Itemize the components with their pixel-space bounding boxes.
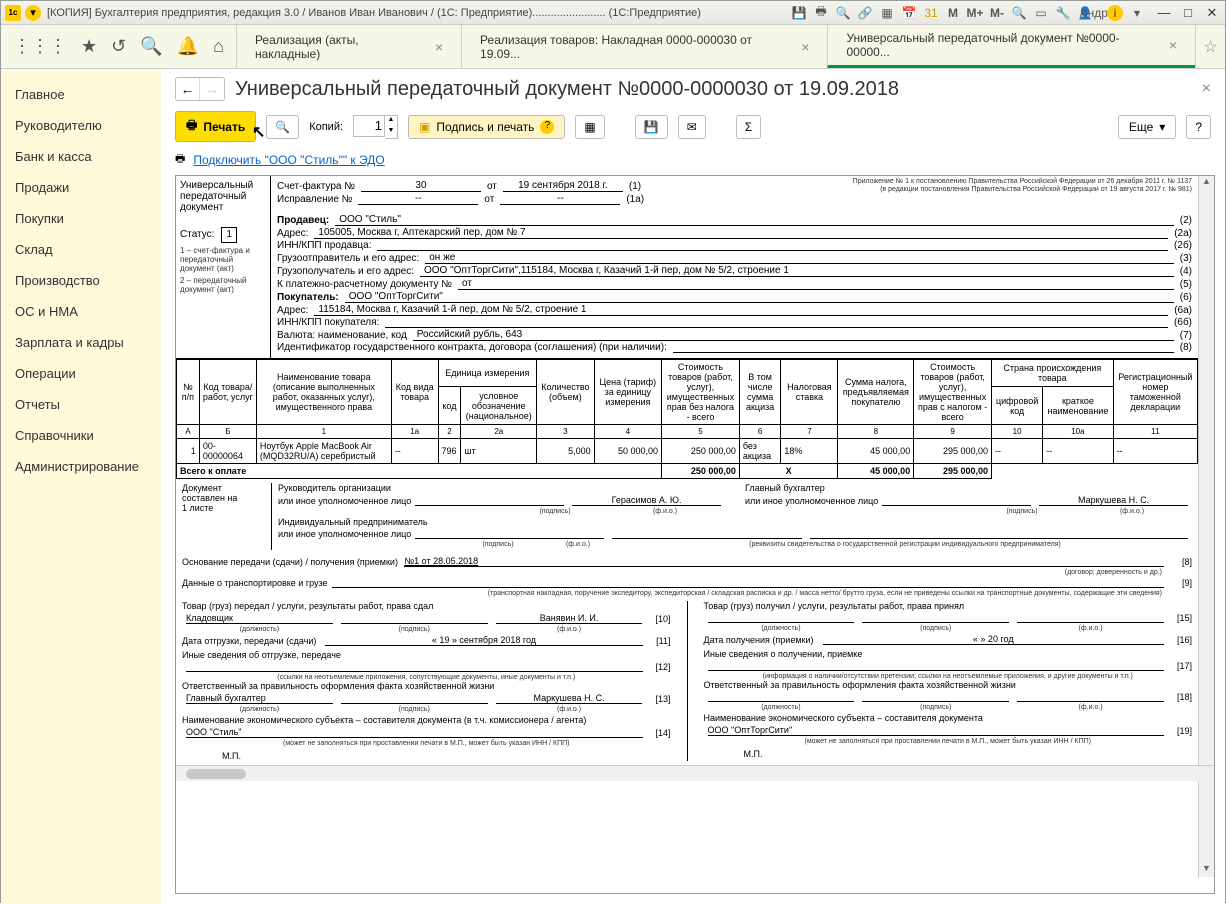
calc-icon[interactable]: ▦ [879,5,895,21]
doc-type-box: Универсальный передаточный документ Стат… [176,176,271,358]
page-title: Универсальный передаточный документ №000… [235,78,1192,101]
printer-icon: 🖶 [186,116,197,137]
more-button[interactable]: Еще ▾ [1118,115,1176,139]
sidebar-item-operations[interactable]: Операции [1,358,161,389]
app-icon: 1c [5,5,21,21]
horizontal-scrollbar[interactable] [176,765,1214,781]
history-icon[interactable]: ↺ [111,36,126,57]
preview-button[interactable]: 🔍 [266,115,299,139]
favorite-tab-icon[interactable]: ☆ [1195,25,1225,68]
sidebar-item-refs[interactable]: Справочники [1,420,161,451]
bell-icon[interactable]: 🔔 [177,36,199,57]
email-button[interactable]: ✉ [678,115,706,139]
star-icon[interactable]: ★ [81,36,97,57]
info-dropdown-icon[interactable]: ▾ [1129,5,1145,21]
titlebar: 1c ▾ [КОПИЯ] Бухгалтерия предприятия, ре… [1,1,1225,25]
copies-label: Копий: [309,121,343,133]
close-button[interactable]: ✕ [1203,5,1221,21]
sidebar-item-production[interactable]: Производство [1,265,161,296]
sidebar-item-sales[interactable]: Продажи [1,172,161,203]
sidebar-item-assets[interactable]: ОС и НМА [1,296,161,327]
close-icon[interactable]: × [801,39,809,55]
document-area[interactable]: ▲ ▼ Универсальный передаточный документ … [175,175,1215,894]
forward-button[interactable]: → [200,78,224,100]
page-close-button[interactable]: × [1202,80,1211,98]
nav-buttons: ← → [175,77,225,101]
back-button[interactable]: ← [176,78,200,100]
doc-footer: Документсоставлен на1 листе Руководитель… [176,479,1198,765]
window-title: [КОПИЯ] Бухгалтерия предприятия, редакци… [47,7,791,19]
sidebar-item-stock[interactable]: Склад [1,234,161,265]
table-button[interactable]: ▦ [575,115,604,139]
info-icon[interactable]: i [1107,5,1123,21]
sidebar-item-reports[interactable]: Отчеты [1,389,161,420]
quick-icons: ⋮⋮⋮ ★ ↺ 🔍 🔔 ⌂ [1,36,236,57]
help-button[interactable]: ? [1186,115,1211,139]
edo-icon: 🖶 [175,150,185,169]
toolbar: 🖶 Печать ↖ 🔍 Копий: ▲▼ ▣Подпись и печать… [161,103,1225,150]
table-row: 1 00-00000064 Ноутбук Apple MacBook Air … [177,439,1198,464]
sidebar-item-hr[interactable]: Зарплата и кадры [1,327,161,358]
titlebar-icons: 💾 🖶 🔍 🔗 ▦ 📅 31 M M+ M- 🔍 ▭ 🔧 👤 Андрей i … [791,5,1145,21]
spin-up[interactable]: ▲ [385,116,397,127]
save-icon[interactable]: 💾 [791,5,807,21]
print-icon[interactable]: 🖶 [813,5,829,21]
date-icon[interactable]: 31 [923,5,939,21]
sidebar-item-main[interactable]: Главное [1,79,161,110]
sidebar-item-purchases[interactable]: Покупки [1,203,161,234]
calendar-icon[interactable]: 📅 [901,5,917,21]
sign-button[interactable]: ▣Подпись и печать? [408,115,565,139]
preview-icon[interactable]: 🔍 [835,5,851,21]
preview-icon: 🔍 [275,120,290,134]
tab-sales-list[interactable]: Реализация (акты, накладные)× [236,25,461,68]
apps-icon[interactable]: ⋮⋮⋮ [13,36,67,57]
sidebar: Главное Руководителю Банк и касса Продаж… [1,69,161,904]
status-value: 1 [221,227,237,243]
close-icon[interactable]: × [1169,37,1177,53]
window-controls: — □ ✕ [1155,5,1221,21]
tabs: Реализация (акты, накладные)× Реализация… [236,25,1195,68]
tab-invoice[interactable]: Реализация товаров: Накладная 0000-00003… [461,25,827,68]
sidebar-item-manager[interactable]: Руководителю [1,110,161,141]
tool-icon[interactable]: 🔧 [1055,5,1071,21]
link-icon[interactable]: 🔗 [857,5,873,21]
m-icon[interactable]: M [945,5,961,21]
doc-header-fields: Приложение № 1 к постановлению Правитель… [271,176,1198,358]
close-icon[interactable]: × [435,39,443,55]
home-icon[interactable]: ⌂ [213,36,224,57]
copies-input[interactable] [353,115,385,137]
cursor-icon: ↖ [252,122,265,142]
sidebar-item-bank[interactable]: Банк и касса [1,141,161,172]
subbar: ⋮⋮⋮ ★ ↺ 🔍 🔔 ⌂ Реализация (акты, накладны… [1,25,1225,69]
sum-button[interactable]: Σ [736,115,761,139]
spin-down[interactable]: ▼ [385,127,397,138]
dropdown-icon[interactable]: ▾ [25,5,41,21]
zoom-in-icon[interactable]: 🔍 [1011,5,1027,21]
grid-icon[interactable]: ▭ [1033,5,1049,21]
edo-link[interactable]: Подключить "ООО "Стиль"" к ЭДО [193,153,384,167]
tab-upd[interactable]: Универсальный передаточный документ №000… [827,25,1195,68]
user-badge[interactable]: 👤 Андрей [1085,5,1101,21]
minimize-button[interactable]: — [1155,5,1173,21]
maximize-button[interactable]: □ [1179,5,1197,21]
content: ← → Универсальный передаточный документ … [161,69,1225,904]
sidebar-item-admin[interactable]: Администрирование [1,451,161,482]
m-plus-icon[interactable]: M+ [967,5,983,21]
print-button[interactable]: 🖶 Печать ↖ [175,111,256,142]
save-file-button[interactable]: 💾 [635,115,668,139]
items-table: № п/п Код товара/ работ, услуг Наименова… [176,359,1198,479]
m-minus-icon[interactable]: M- [989,5,1005,21]
search-icon[interactable]: 🔍 [140,36,162,57]
